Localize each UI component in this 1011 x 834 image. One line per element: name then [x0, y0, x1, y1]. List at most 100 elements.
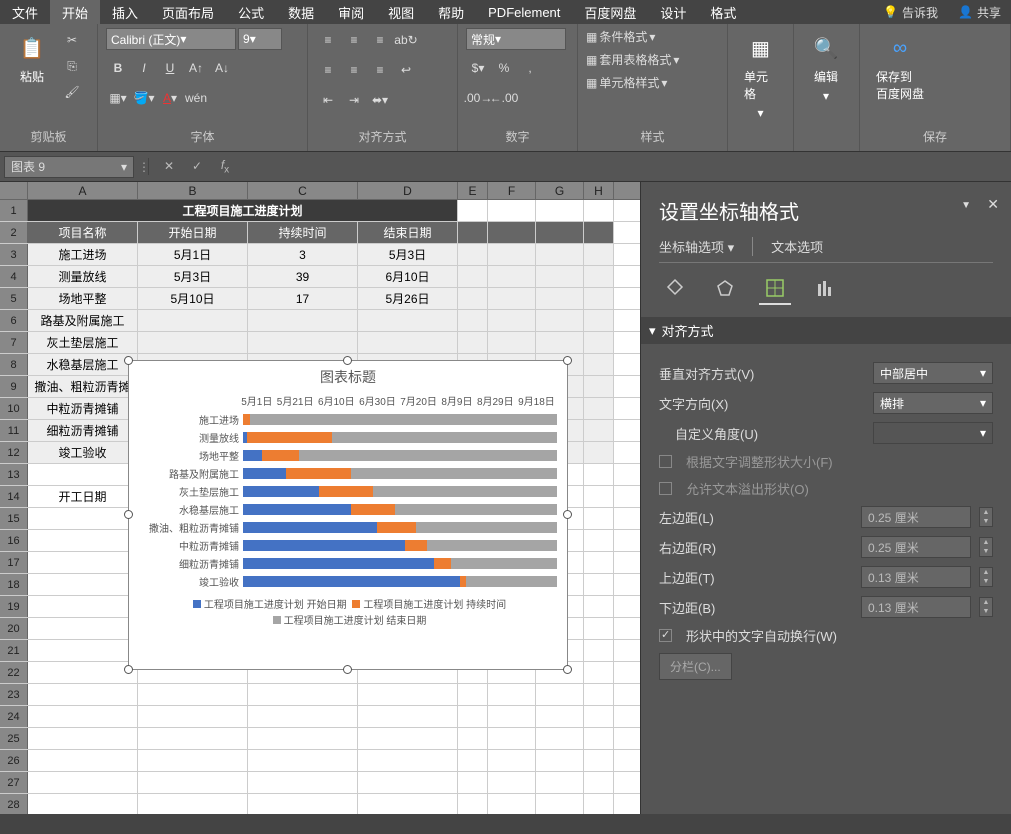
cell[interactable]: [28, 750, 138, 771]
cell[interactable]: [584, 618, 614, 639]
vertical-align-select[interactable]: 中部居中▾: [873, 362, 993, 384]
conditional-format-button[interactable]: ▦ 条件格式 ▾: [586, 28, 655, 45]
cell[interactable]: [248, 684, 358, 705]
allow-overflow-checkbox[interactable]: [659, 482, 672, 495]
row-header[interactable]: 20: [0, 618, 28, 639]
cell[interactable]: [584, 442, 614, 463]
cell[interactable]: [584, 530, 614, 551]
wrap-text-checkbox[interactable]: [659, 629, 672, 642]
cell[interactable]: [358, 750, 458, 771]
row-header[interactable]: 4: [0, 266, 28, 287]
cell[interactable]: [458, 706, 488, 727]
cell[interactable]: 17: [248, 288, 358, 309]
cell[interactable]: 5月3日: [358, 244, 458, 265]
cell[interactable]: 中粒沥青摊铺: [28, 398, 138, 419]
chart-x-axis[interactable]: 5月1日5月21日6月10日6月30日7月20日8月9日8月29日9月18日: [129, 393, 567, 408]
border-button[interactable]: ▦▾: [106, 86, 130, 110]
row-header[interactable]: 27: [0, 772, 28, 793]
cell[interactable]: [28, 574, 138, 595]
orientation-button[interactable]: ab↻: [394, 28, 418, 52]
tab-formula[interactable]: 公式: [226, 0, 276, 26]
cell[interactable]: [28, 706, 138, 727]
right-margin-input[interactable]: [861, 536, 971, 558]
cell[interactable]: [138, 706, 248, 727]
row-header[interactable]: 19: [0, 596, 28, 617]
table-title[interactable]: 工程项目施工进度计划: [28, 200, 458, 221]
cell[interactable]: [584, 706, 614, 727]
cell[interactable]: [584, 332, 614, 353]
chart-title[interactable]: 图表标题: [129, 361, 567, 393]
cell[interactable]: [248, 728, 358, 749]
cell[interactable]: [248, 706, 358, 727]
cell[interactable]: 3: [248, 244, 358, 265]
cell[interactable]: [488, 244, 536, 265]
paste-button[interactable]: 📋 粘贴: [8, 28, 56, 89]
cell[interactable]: [358, 728, 458, 749]
cell[interactable]: 项目名称: [28, 222, 138, 243]
format-painter-button[interactable]: 🖌: [60, 80, 84, 104]
cell[interactable]: [248, 332, 358, 353]
row-header[interactable]: 11: [0, 420, 28, 441]
cell[interactable]: 竣工验收: [28, 442, 138, 463]
cell[interactable]: [138, 728, 248, 749]
fill-color-button[interactable]: 🪣▾: [132, 86, 156, 110]
merge-button[interactable]: ⬌▾: [368, 88, 392, 112]
cell[interactable]: [488, 222, 536, 243]
bottom-margin-input[interactable]: [861, 596, 971, 618]
cell[interactable]: [358, 706, 458, 727]
cell[interactable]: [248, 750, 358, 771]
percent-button[interactable]: %: [492, 56, 516, 80]
font-size-combo[interactable]: 9 ▾: [238, 28, 282, 50]
cell[interactable]: [138, 684, 248, 705]
cell[interactable]: [584, 772, 614, 793]
chart-handle[interactable]: [124, 665, 133, 674]
font-grow-button[interactable]: A↑: [184, 56, 208, 80]
col-header-c[interactable]: C: [248, 182, 358, 199]
cell[interactable]: [584, 310, 614, 331]
indent-increase-button[interactable]: ⇥: [342, 88, 366, 112]
cell[interactable]: [28, 508, 138, 529]
cell[interactable]: [584, 486, 614, 507]
chart-handle[interactable]: [563, 665, 572, 674]
row-header[interactable]: 28: [0, 794, 28, 814]
cell[interactable]: 5月1日: [138, 244, 248, 265]
tab-format[interactable]: 格式: [698, 0, 748, 26]
cell[interactable]: [138, 794, 248, 814]
cell[interactable]: [584, 222, 614, 243]
spinner[interactable]: ▲▼: [979, 567, 993, 587]
row-header[interactable]: 14: [0, 486, 28, 507]
chart-handle[interactable]: [563, 356, 572, 365]
table-format-button[interactable]: ▦ 套用表格格式 ▾: [586, 51, 679, 68]
col-header-g[interactable]: G: [536, 182, 584, 199]
cell[interactable]: [28, 794, 138, 814]
row-header[interactable]: 8: [0, 354, 28, 375]
cell[interactable]: [248, 794, 358, 814]
chart-handle[interactable]: [124, 356, 133, 365]
currency-button[interactable]: $▾: [466, 56, 490, 80]
align-center-button[interactable]: ≡: [342, 58, 366, 82]
cell[interactable]: [28, 552, 138, 573]
cell[interactable]: [584, 684, 614, 705]
cell[interactable]: 5月3日: [138, 266, 248, 287]
name-box[interactable]: 图表 9▾: [4, 156, 134, 178]
cell[interactable]: [488, 794, 536, 814]
cell[interactable]: [488, 332, 536, 353]
cut-button[interactable]: ✂: [60, 28, 84, 52]
cell[interactable]: [488, 684, 536, 705]
italic-button[interactable]: I: [132, 56, 156, 80]
row-header[interactable]: 23: [0, 684, 28, 705]
align-middle-button[interactable]: ≡: [342, 28, 366, 52]
cell[interactable]: [28, 464, 138, 485]
cell[interactable]: 撒油、粗粒沥青摊: [28, 376, 138, 397]
cell[interactable]: [458, 288, 488, 309]
tab-data[interactable]: 数据: [276, 0, 326, 26]
cell[interactable]: [536, 288, 584, 309]
cell[interactable]: [458, 332, 488, 353]
cell[interactable]: [248, 310, 358, 331]
chart-legend[interactable]: 工程项目施工进度计划 开始日期 工程项目施工进度计划 持续时间 工程项目施工进度…: [129, 592, 567, 636]
spinner[interactable]: ▲▼: [979, 597, 993, 617]
pane-options-button[interactable]: ▼: [961, 200, 971, 211]
cell[interactable]: [138, 750, 248, 771]
resize-to-fit-checkbox[interactable]: [659, 455, 672, 468]
top-margin-input[interactable]: [861, 566, 971, 588]
